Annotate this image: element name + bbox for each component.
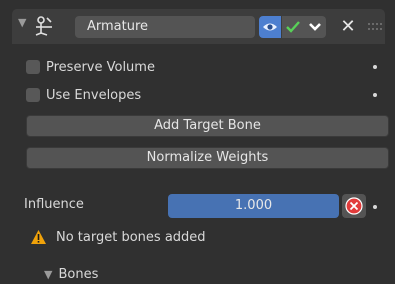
chevron-down-icon	[309, 23, 321, 31]
collapse-arrow-icon[interactable]: ▼	[18, 16, 26, 29]
armature-modifier-panel: ▼ Armature ✕ Preserve Volume Use Envelop…	[12, 9, 395, 284]
modifier-header: ▼ Armature ✕	[12, 9, 385, 44]
checkmark-icon	[286, 21, 300, 33]
use-envelopes-checkbox[interactable]	[26, 88, 40, 102]
use-envelopes-label: Use Envelopes	[46, 87, 142, 103]
use-envelopes-row[interactable]: Use Envelopes	[26, 85, 141, 105]
armature-modifier-icon	[35, 16, 52, 36]
preserve-volume-row[interactable]: Preserve Volume	[26, 57, 155, 77]
preserve-volume-label: Preserve Volume	[46, 59, 155, 75]
modifier-body: Preserve Volume Use Envelopes Add Target…	[12, 44, 395, 284]
warning-triangle-icon	[31, 230, 46, 244]
animate-property-dot[interactable]	[373, 93, 377, 97]
invert-influence-button[interactable]	[342, 194, 366, 218]
drag-grip-icon[interactable]	[368, 23, 382, 31]
influence-slider[interactable]: 1.000	[168, 194, 339, 218]
warning-text: No target bones added	[56, 229, 206, 245]
close-circle-icon	[345, 197, 363, 215]
animate-property-dot[interactable]	[373, 65, 377, 69]
add-target-bone-button[interactable]: Add Target Bone	[26, 115, 389, 137]
modifier-name-field[interactable]: Armature	[75, 16, 255, 38]
extra-options-button[interactable]	[304, 16, 326, 38]
preserve-volume-checkbox[interactable]	[26, 60, 40, 74]
collapse-arrow-icon[interactable]: ▼	[44, 268, 52, 281]
bones-subpanel-header[interactable]: ▼ Bones	[44, 267, 98, 282]
bones-subpanel-label: Bones	[58, 267, 99, 282]
warning-row: No target bones added	[30, 229, 206, 245]
remove-modifier-button[interactable]: ✕	[337, 16, 359, 38]
render-toggle-button[interactable]	[282, 16, 304, 38]
realtime-toggle-button[interactable]	[259, 16, 281, 38]
animate-property-dot[interactable]	[373, 205, 377, 209]
influence-label: Influence	[24, 197, 84, 212]
normalize-weights-button[interactable]: Normalize Weights	[26, 147, 389, 169]
eye-icon	[263, 23, 277, 31]
